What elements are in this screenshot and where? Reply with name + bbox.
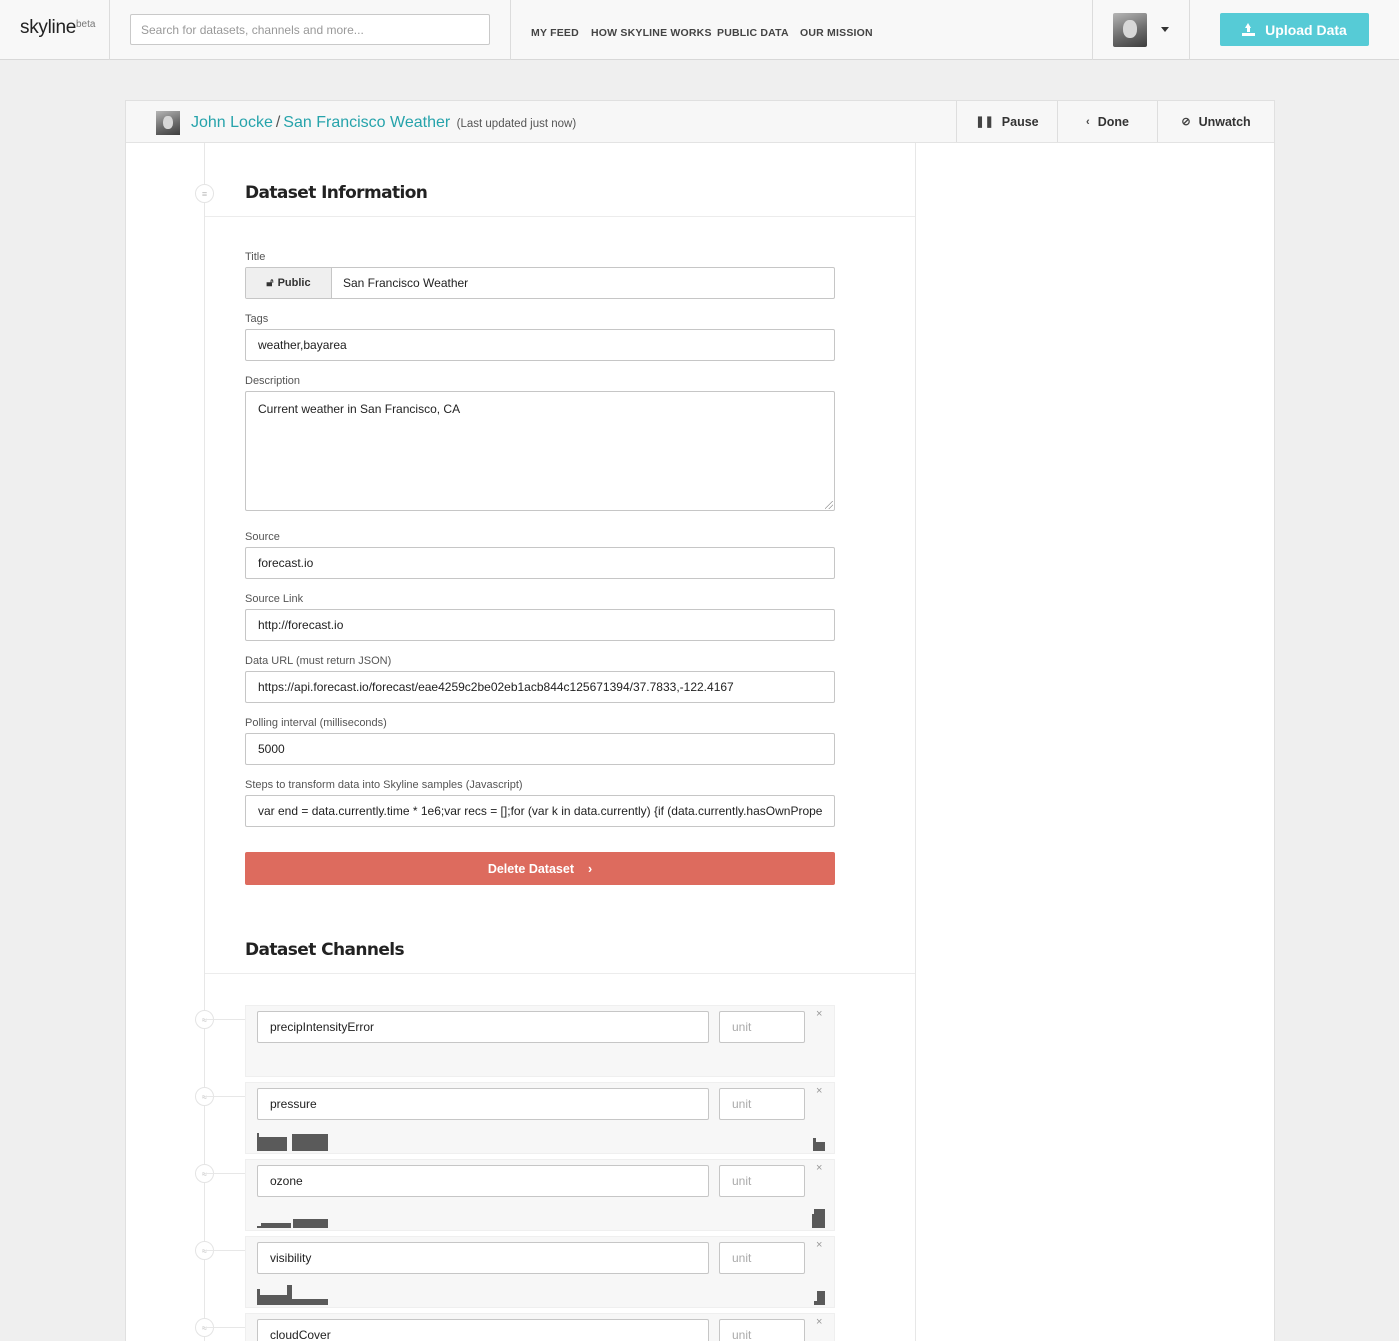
delete-dataset-button[interactable]: Delete Dataset › xyxy=(245,852,835,885)
channel-connector xyxy=(205,1019,245,1020)
channel-row: ozone × xyxy=(245,1159,835,1231)
channel-sparkline xyxy=(257,1209,825,1228)
logo[interactable]: skyline beta xyxy=(0,0,110,60)
unwatch-label: Unwatch xyxy=(1198,114,1251,129)
remove-channel-icon[interactable]: × xyxy=(816,1085,822,1097)
source-input[interactable]: forecast.io xyxy=(245,547,835,579)
channel-connector xyxy=(205,1327,245,1328)
channel-name-input[interactable]: pressure xyxy=(257,1088,709,1120)
pause-icon: ❚❚ xyxy=(975,116,994,128)
channel-row: pressure × xyxy=(245,1082,835,1154)
description-textarea[interactable]: Current weather in San Francisco, CA xyxy=(245,391,835,511)
remove-channel-icon[interactable]: × xyxy=(816,1162,822,1174)
top-bar: skyline beta MY FEED HOW SKYLINE WORKS P… xyxy=(0,0,1399,60)
transform-label: Steps to transform data into Skyline sam… xyxy=(245,779,523,791)
polling-interval-label: Polling interval (milliseconds) xyxy=(245,717,387,729)
channel-sparkline xyxy=(257,1285,825,1305)
channel-unit-input[interactable] xyxy=(719,1242,805,1274)
channel-name-input[interactable]: ozone xyxy=(257,1165,709,1197)
unwatch-button[interactable]: ⊘ Unwatch xyxy=(1157,101,1274,142)
section-divider xyxy=(205,216,915,217)
channel-name-input[interactable]: precipIntensityError xyxy=(257,1011,709,1043)
unlock-icon: 🔓︎ xyxy=(266,276,274,289)
dataset-card: John Locke / San Francisco Weather (Last u… xyxy=(125,100,1275,1341)
channel-unit-input[interactable] xyxy=(719,1088,805,1120)
channel-row: visibility × xyxy=(245,1236,835,1308)
remove-channel-icon[interactable]: × xyxy=(816,1239,822,1251)
nav-how-skyline-works[interactable]: HOW SKYLINE WORKS xyxy=(591,27,712,39)
section-divider xyxy=(205,973,915,974)
data-url-input[interactable]: https://api.forecast.io/forecast/eae4259… xyxy=(245,671,835,703)
caret-down-icon[interactable] xyxy=(1161,27,1169,32)
remove-channel-icon[interactable]: × xyxy=(816,1316,822,1328)
channel-connector xyxy=(205,1096,245,1097)
upload-icon xyxy=(1242,23,1256,36)
description-label: Description xyxy=(245,375,301,387)
title-value: San Francisco Weather xyxy=(343,276,469,290)
visibility-toggle[interactable]: 🔓︎ Public xyxy=(246,268,332,298)
search-input[interactable] xyxy=(130,14,490,45)
breadcrumb-separator: / xyxy=(275,114,281,131)
channel-sparkline xyxy=(257,1133,825,1151)
transform-input[interactable]: var end = data.currently.time * 1e6;var … xyxy=(245,795,835,827)
resize-handle[interactable] xyxy=(825,501,833,509)
data-url-label: Data URL (must return JSON) xyxy=(245,655,392,667)
channel-connector xyxy=(205,1250,245,1251)
database-icon: ≡ xyxy=(195,184,214,203)
dataset-name-link[interactable]: San Francisco Weather xyxy=(283,114,450,131)
dataset-information-heading: Dataset Information xyxy=(245,183,428,203)
chevron-left-icon: ‹ xyxy=(1086,115,1090,128)
upload-data-label: Upload Data xyxy=(1265,21,1347,38)
polling-interval-input[interactable]: 5000 xyxy=(245,733,835,765)
logo-text: skyline xyxy=(20,17,76,38)
nav-our-mission[interactable]: OUR MISSION xyxy=(800,27,873,39)
logo-beta-badge: beta xyxy=(76,19,96,30)
timeline-rail xyxy=(204,143,205,1341)
avatar[interactable] xyxy=(1113,13,1147,47)
channel-unit-input[interactable] xyxy=(719,1165,805,1197)
tags-input[interactable]: weather,bayarea xyxy=(245,329,835,361)
visibility-label: Public xyxy=(277,277,311,289)
eye-slash-icon: ⊘ xyxy=(1181,116,1191,128)
channel-connector xyxy=(205,1173,245,1174)
description-value: Current weather in San Francisco, CA xyxy=(258,402,461,416)
source-label: Source xyxy=(245,531,280,543)
channel-row: precipIntensityError × xyxy=(245,1005,835,1077)
dataset-header: John Locke / San Francisco Weather (Last u… xyxy=(126,101,1274,143)
done-button[interactable]: ‹ Done xyxy=(1057,101,1157,142)
nav-my-feed[interactable]: MY FEED xyxy=(531,27,579,39)
last-updated: (Last updated just now) xyxy=(456,118,577,130)
title-field[interactable]: 🔓︎ Public San Francisco Weather xyxy=(245,267,835,299)
breadcrumb: John Locke / San Francisco Weather (Last u… xyxy=(191,114,576,132)
channel-row: cloudCover × xyxy=(245,1313,835,1341)
nav-public-data[interactable]: PUBLIC DATA xyxy=(717,27,789,39)
title-label: Title xyxy=(245,251,266,263)
chevron-right-icon: › xyxy=(587,861,593,876)
channel-unit-input[interactable] xyxy=(719,1011,805,1043)
owner-link[interactable]: John Locke xyxy=(191,114,273,131)
channel-unit-input[interactable] xyxy=(719,1319,805,1341)
dataset-channels-heading: Dataset Channels xyxy=(245,940,405,960)
column-divider xyxy=(915,143,916,1341)
owner-avatar[interactable] xyxy=(156,111,180,135)
tags-label: Tags xyxy=(245,313,269,325)
main-nav: MY FEED HOW SKYLINE WORKS PUBLIC DATA OU… xyxy=(510,0,1093,60)
channel-name-input[interactable]: cloudCover xyxy=(257,1319,709,1341)
user-menu[interactable] xyxy=(1093,0,1190,60)
source-link-label: Source Link xyxy=(245,593,304,605)
done-label: Done xyxy=(1097,114,1129,129)
upload-data-button[interactable]: Upload Data xyxy=(1220,13,1369,46)
pause-label: Pause xyxy=(1001,114,1039,129)
source-link-input[interactable]: http://forecast.io xyxy=(245,609,835,641)
pause-button[interactable]: ❚❚ Pause xyxy=(956,101,1057,142)
delete-dataset-label: Delete Dataset xyxy=(487,861,574,876)
channel-name-input[interactable]: visibility xyxy=(257,1242,709,1274)
remove-channel-icon[interactable]: × xyxy=(816,1008,822,1020)
